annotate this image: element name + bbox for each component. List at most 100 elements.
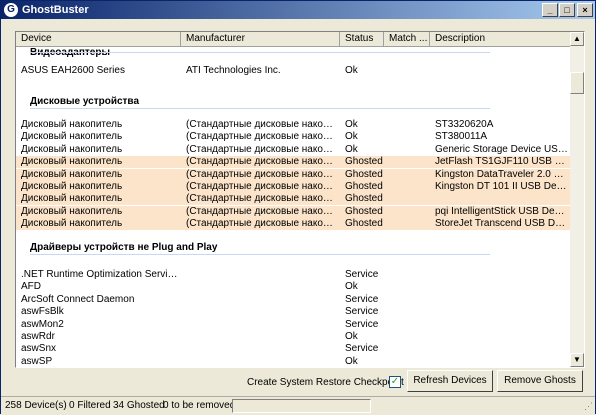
status-cell: Ghosted xyxy=(345,181,383,192)
manufacturer-cell: (Стандартные дисковые накопит... xyxy=(186,143,336,155)
group-divider xyxy=(30,52,490,53)
status-cell: Ok xyxy=(345,281,358,293)
description-cell: JetFlash TS1GJF110 USB De... xyxy=(435,156,569,168)
manufacturer-cell: (Стандартные дисковые накопит... xyxy=(186,205,336,217)
list-item[interactable]: Дисковый накопитель (Стандартные дисковые… xyxy=(16,205,570,218)
status-cell: Service xyxy=(345,293,379,305)
device-cell: Дисковый накопитель xyxy=(21,193,123,205)
list-item[interactable]: aswMon2 Service xyxy=(16,319,570,331)
ghostbuster-window: G GhostBuster _ □ × Device Manufacturer … xyxy=(0,0,596,415)
device-cell: Дисковый накопитель xyxy=(21,143,123,155)
list-item[interactable]: ArcSoft Connect Daemon Service xyxy=(16,294,570,306)
device-cell: aswRdr xyxy=(21,331,55,342)
column-header-status[interactable]: Status xyxy=(340,32,384,46)
list-header: Device Manufacturer Status Match ... Des… xyxy=(16,32,571,47)
description-cell: StoreJet Transcend USB Device xyxy=(435,218,569,230)
list-item[interactable]: .NET Runtime Optimization Service v2... S… xyxy=(16,269,570,281)
manufacturer-cell: (Стандартные дисковые накопит... xyxy=(186,181,336,192)
column-header-description[interactable]: Description xyxy=(430,32,571,46)
list-item[interactable]: Дисковый накопитель (Стандартные дисковые… xyxy=(16,181,570,193)
column-header-manufacturer[interactable]: Manufacturer xyxy=(181,32,340,46)
status-cell: Ok xyxy=(345,119,358,130)
list-item[interactable]: AFD Ok xyxy=(16,281,570,293)
group-title: Драйверы устройств не Plug and Play xyxy=(30,242,218,253)
refresh-devices-button[interactable]: Refresh Devices xyxy=(407,370,493,392)
ghost-icon: G xyxy=(4,3,18,17)
minimize-button[interactable]: _ xyxy=(542,3,558,17)
device-cell: Дисковый накопитель xyxy=(21,156,123,168)
list-item[interactable]: aswSP Ok xyxy=(16,356,570,367)
list-item[interactable]: Дисковый накопитель (Стандартные дисковые… xyxy=(16,218,570,231)
restore-checkpoint-checkbox[interactable]: ✓ xyxy=(389,376,401,388)
status-cell: Ok xyxy=(345,131,358,143)
group-divider xyxy=(30,254,490,255)
status-cell: Ok xyxy=(345,143,358,155)
device-cell: ArcSoft Connect Daemon xyxy=(21,293,135,305)
scroll-up-icon[interactable]: ▲ xyxy=(570,32,584,46)
manufacturer-cell: (Стандартные дисковые накопит... xyxy=(186,131,336,143)
group-title: Видеоадаптеры xyxy=(30,47,110,60)
list-item[interactable]: Дисковый накопитель (Стандартные дисковые… xyxy=(16,131,570,143)
scroll-down-icon[interactable]: ▼ xyxy=(570,353,584,367)
status-cell: Ok xyxy=(345,331,358,342)
list-item[interactable]: Дисковый накопитель (Стандартные дисковые… xyxy=(16,168,570,181)
list-rows: Видеоадаптеры ASUS EAH2600 Series ATI Tech… xyxy=(16,47,570,367)
device-cell: Дисковый накопитель xyxy=(21,168,123,180)
device-cell: aswSP xyxy=(21,355,53,367)
remove-ghosts-button[interactable]: Remove Ghosts xyxy=(497,370,583,392)
maximize-button[interactable]: □ xyxy=(559,3,575,17)
manufacturer-cell: (Стандартные дисковые накопит... xyxy=(186,218,336,230)
manufacturer-cell: (Стандартные дисковые накопит... xyxy=(186,119,336,130)
device-cell: ASUS EAH2600 Series xyxy=(21,65,125,76)
group-header: Дисковые устройства xyxy=(16,95,570,109)
list-item[interactable]: Дисковый накопитель (Стандартные дисковые… xyxy=(16,193,570,206)
title-bar[interactable]: G GhostBuster _ □ × xyxy=(1,1,595,19)
list-item[interactable]: ASUS EAH2600 Series ATI Technologies Inc.… xyxy=(16,65,570,77)
column-header-device[interactable]: Device xyxy=(16,32,181,46)
device-cell: aswFsBlk xyxy=(21,306,64,318)
status-cell: Ok xyxy=(345,355,358,367)
status-cell: Ghosted xyxy=(345,218,383,230)
device-cell: Дисковый накопитель xyxy=(21,181,123,192)
device-cell: Дисковый накопитель xyxy=(21,218,123,230)
list-item[interactable]: Дисковый накопитель (Стандартные дисковые… xyxy=(16,144,570,156)
device-cell: Дисковый накопитель xyxy=(21,131,123,143)
device-cell: Дисковый накопитель xyxy=(21,205,123,217)
group-header: Драйверы устройств не Plug and Play xyxy=(16,241,570,255)
device-list[interactable]: Device Manufacturer Status Match ... Des… xyxy=(15,31,585,368)
manufacturer-cell: (Стандартные дисковые накопит... xyxy=(186,168,336,180)
status-cell: Service xyxy=(345,318,379,330)
manufacturer-cell: ATI Technologies Inc. xyxy=(186,65,281,76)
manufacturer-cell: (Стандартные дисковые накопит... xyxy=(186,193,336,205)
progress-bar xyxy=(232,399,371,413)
status-cell: Service xyxy=(345,269,379,280)
status-cell: Ghosted xyxy=(345,205,383,217)
device-cell: aswSnx xyxy=(21,343,57,355)
description-cell: Kingston DT 101 II USB Device xyxy=(435,181,569,192)
status-devices: 258 Device(s) xyxy=(5,400,67,411)
group-title: Дисковые устройства xyxy=(30,96,140,107)
description-cell: ST380011A xyxy=(435,131,488,143)
description-cell: Kingston DataTraveler 2.0 US... xyxy=(435,168,569,180)
close-button[interactable]: × xyxy=(577,3,593,17)
status-cell: Ghosted xyxy=(345,168,383,180)
list-item[interactable]: Дисковый накопитель (Стандартные дисковые… xyxy=(16,156,570,169)
column-header-match[interactable]: Match ... xyxy=(384,32,430,46)
status-cell: Service xyxy=(345,343,379,355)
device-cell: aswMon2 xyxy=(21,318,64,330)
description-cell: Generic Storage Device USB ... xyxy=(435,143,569,155)
list-item[interactable]: aswFsBlk Service xyxy=(16,306,570,318)
status-cell: Ghosted xyxy=(345,193,383,205)
scroll-thumb[interactable] xyxy=(570,72,584,94)
list-item[interactable]: aswRdr Ok xyxy=(16,331,570,343)
device-cell: AFD xyxy=(21,281,41,293)
vertical-scrollbar[interactable]: ▲ ▼ xyxy=(570,32,584,367)
device-cell: .NET Runtime Optimization Service v2... xyxy=(21,269,181,280)
restore-checkpoint-label: Create System Restore Checkpoint xyxy=(247,377,404,388)
resize-grip-icon[interactable]: ⋰ xyxy=(584,401,593,412)
list-item[interactable]: Дисковый накопитель (Стандартные дисковые… xyxy=(16,119,570,131)
description-cell: ST3320620A xyxy=(435,119,494,130)
list-item[interactable]: aswSnx Service xyxy=(16,343,570,355)
status-cell: Service xyxy=(345,306,379,318)
description-cell: pqi IntelligentStick USB Device xyxy=(435,205,569,217)
